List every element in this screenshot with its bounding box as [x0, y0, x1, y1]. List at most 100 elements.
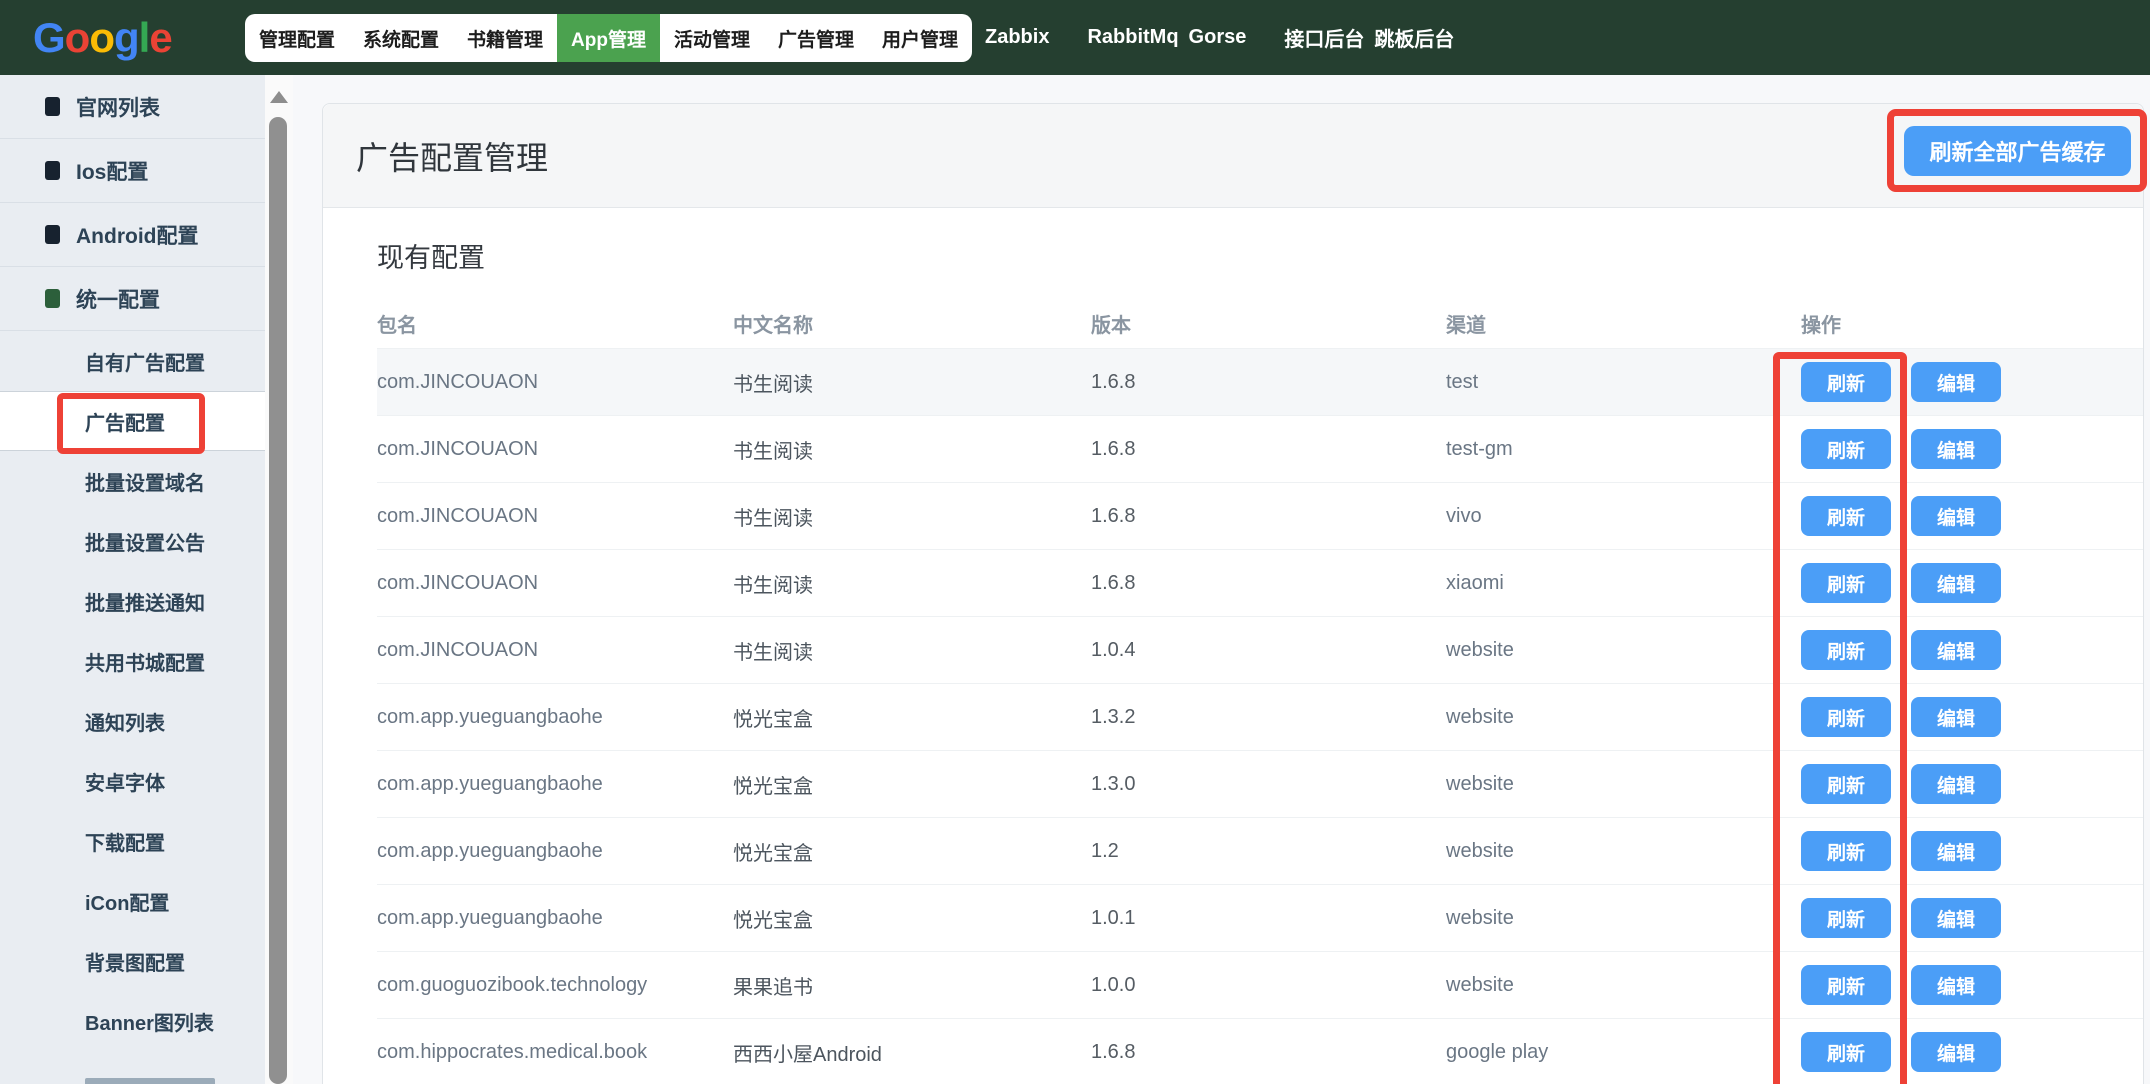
sidebar-item[interactable]: 官网列表: [0, 75, 265, 139]
cell-chinese-name: 悦光宝盒: [733, 904, 1091, 933]
sidebar-item-label: 批量设置域名: [85, 467, 205, 496]
cell-chinese-name: 书生阅读: [733, 435, 1091, 464]
refresh-button[interactable]: 刷新: [1801, 1032, 1891, 1072]
sidebar-item[interactable]: 背景图配置: [0, 931, 265, 991]
edit-button[interactable]: 编辑: [1911, 898, 2001, 938]
refresh-all-button[interactable]: 刷新全部广告缓存: [1904, 126, 2131, 176]
edit-button[interactable]: 编辑: [1911, 429, 2001, 469]
table-row: com.app.yueguangbaohe悦光宝盒1.3.0website刷新编…: [377, 750, 2143, 817]
sidebar-item-label: 广告配置: [85, 407, 165, 436]
nav-tab[interactable]: 广告管理: [764, 14, 868, 62]
table-row: com.app.yueguangbaohe悦光宝盒1.2website刷新编辑: [377, 817, 2143, 884]
nav-link[interactable]: 跳板后台: [1374, 23, 1454, 52]
book-icon: [45, 289, 60, 308]
nav-link[interactable]: RabbitMq: [1087, 26, 1178, 49]
nav-tab[interactable]: 活动管理: [660, 14, 764, 62]
sidebar-item[interactable]: 自有广告配置: [0, 331, 265, 391]
sidebar-item-label: 批量推送通知: [85, 587, 205, 616]
refresh-button[interactable]: 刷新: [1801, 362, 1891, 402]
sidebar-item[interactable]: 批量设置域名: [0, 451, 265, 511]
cell-channel: vivo: [1446, 505, 1801, 528]
nav-link[interactable]: 接口后台: [1284, 23, 1364, 52]
book-icon: [45, 97, 60, 116]
edit-button[interactable]: 编辑: [1911, 630, 2001, 670]
edit-button[interactable]: 编辑: [1911, 563, 2001, 603]
edit-button[interactable]: 编辑: [1911, 965, 2001, 1005]
cell-channel: xiaomi: [1446, 572, 1801, 595]
main-content: 广告配置管理 刷新全部广告缓存 现有配置 包名中文名称版本渠道操作 com.JI…: [293, 75, 2150, 1084]
scrollbar-up-arrow-icon[interactable]: [270, 91, 288, 103]
edit-button[interactable]: 编辑: [1911, 496, 2001, 536]
refresh-button[interactable]: 刷新: [1801, 630, 1891, 670]
refresh-button[interactable]: 刷新: [1801, 764, 1891, 804]
sidebar-item[interactable]: 下载配置: [0, 811, 265, 871]
nav-tab-pill: 管理配置系统配置书籍管理App管理活动管理广告管理用户管理: [245, 14, 972, 62]
nav-tab[interactable]: 书籍管理: [453, 14, 557, 62]
sidebar-item[interactable]: 通知列表: [0, 691, 265, 751]
table-header-cell: 中文名称: [733, 309, 1091, 338]
table-row: com.JINCOUAON书生阅读1.6.8test刷新编辑: [377, 348, 2143, 415]
nav-link[interactable]: Zabbix: [985, 26, 1049, 49]
sidebar-item-label: 自有广告配置: [85, 347, 205, 376]
cell-channel: test: [1446, 371, 1801, 394]
cell-operations: 刷新编辑: [1801, 362, 2143, 402]
nav-tab[interactable]: 用户管理: [868, 14, 972, 62]
google-logo-letter: o: [65, 14, 90, 62]
cell-version: 1.0.0: [1091, 974, 1446, 997]
sidebar-item[interactable]: iCon配置: [0, 871, 265, 931]
refresh-button[interactable]: 刷新: [1801, 697, 1891, 737]
refresh-button[interactable]: 刷新: [1801, 496, 1891, 536]
cell-version: 1.6.8: [1091, 505, 1446, 528]
refresh-button[interactable]: 刷新: [1801, 965, 1891, 1005]
sidebar-item[interactable]: 广告配置: [0, 391, 265, 451]
sidebar-item[interactable]: 安卓字体: [0, 751, 265, 811]
nav-link[interactable]: Gorse: [1189, 26, 1247, 49]
cell-chinese-name: 悦光宝盒: [733, 770, 1091, 799]
table-header-cell: 版本: [1091, 309, 1446, 338]
cell-package-name: com.hippocrates.medical.book: [377, 1041, 733, 1064]
table-row: com.JINCOUAON书生阅读1.6.8test-gm刷新编辑: [377, 415, 2143, 482]
nav-tab[interactable]: 管理配置: [245, 14, 349, 62]
cell-operations: 刷新编辑: [1801, 831, 2143, 871]
google-logo[interactable]: Google: [33, 0, 172, 75]
google-logo-letter: l: [139, 14, 150, 62]
sidebar-item[interactable]: Android配置: [0, 203, 265, 267]
edit-button[interactable]: 编辑: [1911, 697, 2001, 737]
sidebar-item[interactable]: 共用书城配置: [0, 631, 265, 691]
cell-operations: 刷新编辑: [1801, 496, 2143, 536]
cell-version: 1.6.8: [1091, 371, 1446, 394]
sidebar-item[interactable]: 批量推送通知: [0, 571, 265, 631]
cell-package-name: com.app.yueguangbaohe: [377, 706, 733, 729]
sidebar-item[interactable]: 批量设置公告: [0, 511, 265, 571]
cell-version: 1.0.4: [1091, 639, 1446, 662]
refresh-button[interactable]: 刷新: [1801, 563, 1891, 603]
nav-tab-active[interactable]: App管理: [557, 14, 660, 62]
cell-operations: 刷新编辑: [1801, 965, 2143, 1005]
edit-button[interactable]: 编辑: [1911, 831, 2001, 871]
cell-package-name: com.guoguozibook.technology: [377, 974, 733, 997]
refresh-button[interactable]: 刷新: [1801, 429, 1891, 469]
sidebar-item[interactable]: 统一配置: [0, 267, 265, 331]
refresh-button[interactable]: 刷新: [1801, 898, 1891, 938]
cell-channel: test-gm: [1446, 438, 1801, 461]
book-icon: [45, 161, 60, 180]
nav-tab[interactable]: 系统配置: [349, 14, 453, 62]
table-body: com.JINCOUAON书生阅读1.6.8test刷新编辑com.JINCOU…: [377, 348, 2143, 1084]
edit-button[interactable]: 编辑: [1911, 1032, 2001, 1072]
edit-button[interactable]: 编辑: [1911, 362, 2001, 402]
sidebar-item[interactable]: Banner图列表: [0, 991, 265, 1051]
scrollbar-thumb[interactable]: [269, 117, 287, 1084]
cell-version: 1.6.8: [1091, 1041, 1446, 1064]
sidebar-item[interactable]: Ios配置: [0, 139, 265, 203]
table-header-cell: 渠道: [1446, 309, 1801, 338]
refresh-button[interactable]: 刷新: [1801, 831, 1891, 871]
cell-channel: website: [1446, 639, 1801, 662]
page-title: 广告配置管理: [356, 133, 548, 179]
panel-header: 广告配置管理 刷新全部广告缓存: [323, 104, 2143, 208]
sidebar-scrollbar[interactable]: [265, 75, 293, 1084]
cell-channel: google play: [1446, 1041, 1801, 1064]
edit-button[interactable]: 编辑: [1911, 764, 2001, 804]
cell-operations: 刷新编辑: [1801, 898, 2143, 938]
cell-package-name: com.app.yueguangbaohe: [377, 840, 733, 863]
sidebar-item-label: Banner图列表: [85, 1007, 214, 1036]
